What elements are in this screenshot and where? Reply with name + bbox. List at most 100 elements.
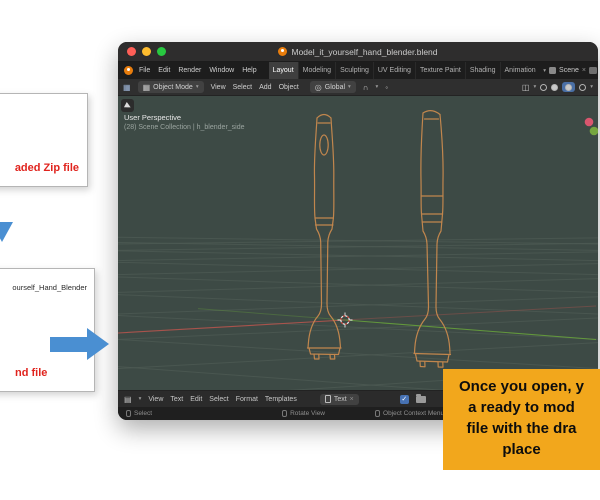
status-hint-select: Select: [126, 410, 152, 417]
rendered-shading-icon[interactable]: [579, 83, 587, 91]
zip-file-card: aded Zip file: [0, 93, 88, 187]
tab-sculpting[interactable]: Sculpting: [336, 62, 374, 79]
callout-line: place: [502, 441, 541, 458]
chevron-down-icon: ▾: [533, 84, 537, 90]
unlink-text-icon[interactable]: ×: [350, 396, 354, 403]
y-axis-line-far: [197, 308, 346, 321]
callout-line: Once you open, y: [458, 378, 585, 395]
material-shading-icon: [565, 83, 573, 91]
mouse-middle-icon: [282, 410, 288, 417]
status-hint-context: Object Context Menu: [375, 410, 444, 417]
floor-grid: [118, 236, 598, 390]
menu-file[interactable]: File: [139, 67, 150, 74]
solid-shading-icon[interactable]: [551, 83, 559, 91]
view-layer-icon: [589, 67, 597, 74]
title-bar[interactable]: Model_it_yourself_hand_blender.blend: [118, 42, 598, 62]
material-shading-selected[interactable]: [562, 82, 576, 92]
viewport-menu-object[interactable]: Object: [279, 84, 299, 91]
wireframe-shading-icon[interactable]: [540, 83, 548, 91]
viewport-3d[interactable]: User Perspective (28) Scene Collection |…: [118, 96, 598, 390]
traffic-lights: [118, 47, 166, 56]
chevron-down-icon: ▾: [590, 84, 593, 90]
status-hint-label: Object Context Menu: [383, 410, 445, 417]
blender-logo-icon: [278, 47, 288, 56]
tab-modeling[interactable]: Modeling: [299, 62, 337, 79]
object-mode-icon: ▦: [142, 82, 151, 92]
open-file-icon[interactable]: [415, 393, 426, 403]
globe-icon: ◎: [314, 82, 322, 92]
overlays-icon[interactable]: ◫: [522, 83, 530, 92]
navigation-gizmo[interactable]: [584, 117, 598, 136]
select-tool-button[interactable]: [121, 99, 134, 112]
tab-animation[interactable]: Animation: [501, 62, 539, 79]
menu-render[interactable]: Render: [178, 67, 201, 74]
window-title: Model_it_yourself_hand_blender.blend: [291, 46, 438, 57]
callout-line: file with the dra: [466, 420, 577, 437]
zoom-window-icon[interactable]: [157, 47, 166, 56]
callout-line: a ready to mod: [468, 399, 575, 416]
menu-help[interactable]: Help: [242, 67, 256, 74]
menu-window[interactable]: Window: [209, 67, 234, 74]
tab-layout[interactable]: Layout: [268, 62, 299, 79]
page: aded Zip file ourself_Hand_Blender nd fi…: [0, 0, 600, 500]
top-bar: File Edit Render Window Help Layout Mode…: [118, 62, 598, 79]
text-datablock-dropdown[interactable]: Text ×: [319, 393, 359, 405]
zip-card-label: aded Zip file: [14, 162, 79, 174]
collection-breadcrumb: (28) Scene Collection | h_blender_side: [124, 124, 245, 131]
chevron-down-icon: ▾: [348, 84, 351, 90]
blender-menu-icon[interactable]: [124, 66, 133, 75]
register-checkbox[interactable]: ✓: [399, 394, 409, 404]
orientation-dropdown[interactable]: ◎ Global ▾: [309, 81, 356, 93]
text-menu-text[interactable]: Text: [170, 396, 183, 403]
proportional-editing-icon[interactable]: ◦: [385, 83, 388, 92]
file-name-label: ourself_Hand_Blender: [12, 283, 87, 292]
tab-texture-paint[interactable]: Texture Paint: [416, 62, 466, 79]
hand-blender-right[interactable]: [413, 110, 452, 368]
status-hint-rotate: Rotate View: [282, 410, 325, 417]
window-title-wrap: Model_it_yourself_hand_blender.blend: [118, 47, 598, 57]
close-window-icon[interactable]: [127, 47, 136, 56]
chevron-down-icon: ▾: [375, 84, 379, 90]
viewport-header: ▦ ▦ Object Mode ▾ View Select Add Object…: [118, 79, 598, 96]
shading-controls: ◫ ▾ ▾: [522, 82, 593, 92]
viewport-menu-select[interactable]: Select: [233, 84, 252, 91]
flow-arrow-down-icon: [0, 222, 13, 242]
tab-uv-editing[interactable]: UV Editing: [374, 62, 416, 79]
blend-card-label: nd file: [15, 367, 48, 379]
text-menu-templates[interactable]: Templates: [265, 396, 297, 403]
chevron-down-icon: ▾: [543, 67, 547, 74]
minimize-window-icon[interactable]: [142, 47, 151, 56]
mouse-left-icon: [126, 410, 131, 417]
cursor-arrow-icon: [123, 101, 132, 110]
mode-dropdown[interactable]: ▦ Object Mode ▾: [137, 81, 204, 93]
text-editor-type-icon[interactable]: ▤: [124, 395, 132, 404]
text-datablock-label: Text: [333, 395, 347, 403]
text-file-icon: [324, 395, 331, 403]
status-hint-label: Select: [134, 410, 153, 417]
tab-shading[interactable]: Shading: [466, 62, 501, 79]
unlink-scene-icon[interactable]: ×: [582, 67, 586, 74]
mouse-right-icon: [375, 410, 381, 417]
viewport-menu-view[interactable]: View: [211, 84, 226, 91]
blender-window: Model_it_yourself_hand_blender.blend Fil…: [118, 42, 598, 420]
x-axis-line-far: [344, 305, 597, 321]
workspace-tabs: Layout Modeling Sculpting UV Editing Tex…: [268, 62, 539, 79]
scene-icon: [549, 67, 557, 74]
scene-name: Scene: [559, 67, 579, 74]
snap-magnet-icon[interactable]: ∩: [363, 83, 369, 92]
arrow-shaft: [50, 337, 87, 352]
chevron-down-icon: ▾: [138, 396, 142, 402]
text-menu-select[interactable]: Select: [209, 396, 228, 403]
view-perspective-label: User Perspective: [124, 113, 182, 122]
scene-selector[interactable]: ▾ Scene ×: [538, 67, 597, 74]
flow-arrow-right-icon: [50, 328, 110, 362]
menu-edit[interactable]: Edit: [158, 67, 170, 74]
text-menu-format[interactable]: Format: [236, 396, 258, 403]
viewport-canvas: [118, 110, 598, 390]
y-axis-line: [344, 319, 597, 341]
text-menu-edit[interactable]: Edit: [190, 396, 202, 403]
viewport-menu-add[interactable]: Add: [259, 84, 271, 91]
text-menu-view[interactable]: View: [148, 396, 163, 403]
editor-type-icon[interactable]: ▦: [123, 83, 131, 92]
chevron-down-icon: ▾: [195, 84, 199, 90]
